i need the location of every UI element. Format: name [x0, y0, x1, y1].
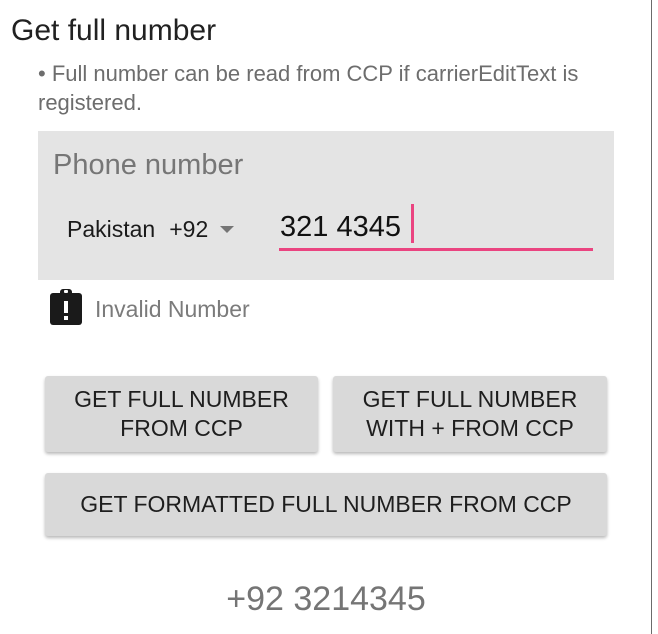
section-title: Get full number: [11, 14, 217, 47]
text-cursor: [411, 204, 414, 243]
phone-number-panel: Phone number Pakistan +92: [38, 131, 614, 280]
validity-message: Invalid Number: [95, 296, 250, 322]
result-number: +92 3214345: [226, 580, 426, 618]
section-description: • Full number can be read from CCP if ca…: [38, 61, 579, 115]
country-code-picker[interactable]: Pakistan +92: [67, 214, 235, 244]
arrow-drop-down-icon: [220, 225, 235, 233]
get-formatted-full-number-button[interactable]: GET FORMATTED FULL NUMBER FROM CCP: [45, 473, 607, 536]
get-full-number-button[interactable]: GET FULL NUMBER FROM CCP: [45, 376, 318, 452]
phone-number-input[interactable]: [279, 207, 593, 251]
phone-number-heading: Phone number: [53, 149, 244, 181]
clipboard-alert-icon: [50, 289, 82, 325]
country-name: Pakistan: [67, 215, 156, 242]
screen-edge-divider: [651, 0, 652, 634]
get-full-number-with-plus-button[interactable]: GET FULL NUMBER WITH + FROM CCP: [333, 376, 607, 452]
country-dial-code: +92: [169, 215, 209, 242]
